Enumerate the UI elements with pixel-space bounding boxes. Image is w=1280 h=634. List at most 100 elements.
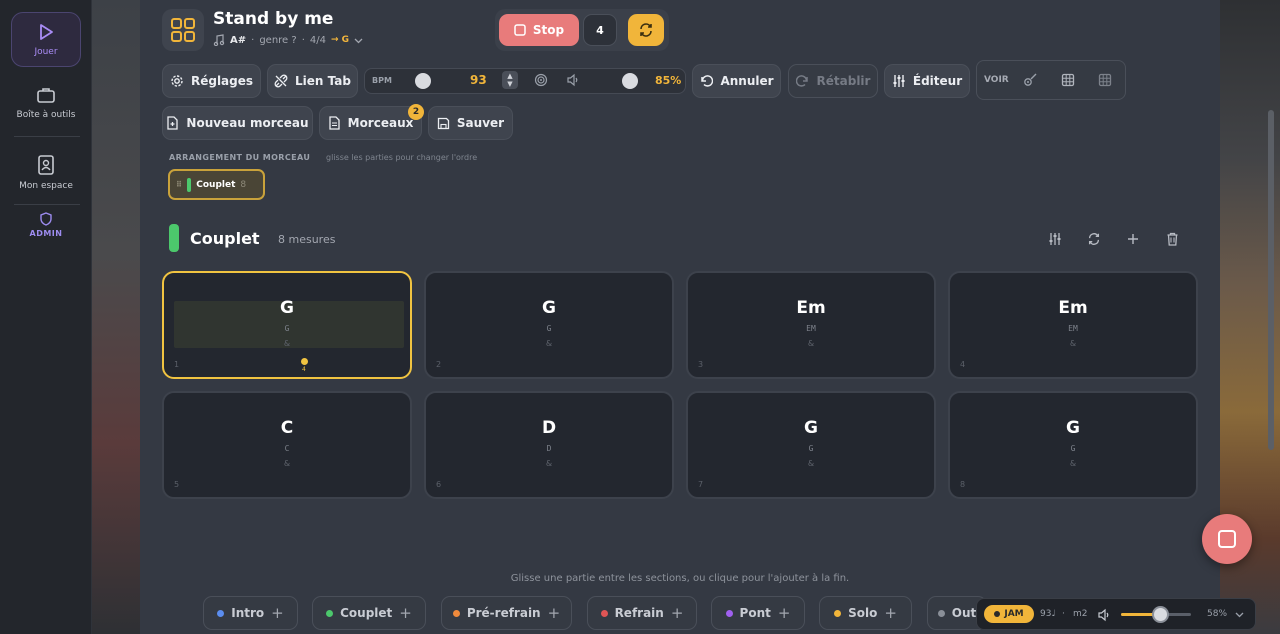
caret-up-icon[interactable]: ▲	[507, 72, 512, 80]
sidebar-item-mon-espace[interactable]: Mon espace	[11, 150, 81, 196]
metronome-target-icon[interactable]	[534, 73, 548, 87]
volume-icon[interactable]	[566, 73, 580, 87]
toolbox-icon	[37, 88, 55, 103]
measure-cell[interactable]: Em EM & 3	[686, 271, 936, 379]
trash-icon	[1167, 232, 1177, 246]
jam-volume-knob[interactable]	[1152, 606, 1169, 623]
measure-cell[interactable]: G G & 7	[686, 391, 936, 499]
part-label: Solo	[848, 606, 878, 620]
bpm-stepper[interactable]: ▲ ▼	[502, 71, 518, 89]
measure-cell[interactable]: C C & 5	[162, 391, 412, 499]
count-in-button[interactable]: 4	[583, 14, 617, 46]
measure-beat: &	[545, 459, 553, 468]
plus-icon: +	[670, 604, 684, 622]
plus-icon: +	[777, 604, 791, 622]
part-pill[interactable]: Solo +	[819, 596, 912, 630]
songs-button[interactable]: Morceaux	[319, 106, 422, 140]
save-button[interactable]: Sauver	[428, 106, 513, 140]
part-color-dot	[217, 609, 225, 617]
grid-icon	[171, 18, 195, 42]
section-delete-button[interactable]	[1163, 230, 1181, 248]
measure-number: 5	[174, 480, 180, 489]
part-label: Pont	[739, 606, 771, 620]
measure-cell[interactable]: D D & 6	[424, 391, 674, 499]
drag-handle-icon[interactable]: ⠿	[176, 180, 182, 189]
stop-label: Stop	[532, 23, 565, 37]
sidebar-divider	[14, 204, 80, 205]
measure-beat: &	[283, 339, 291, 348]
measure-cell[interactable]: G G & 8	[948, 391, 1198, 499]
measure-chord-sub: G	[1070, 444, 1076, 453]
measure-cell[interactable]: Em EM & 4	[948, 271, 1198, 379]
song-meta[interactable]: A# · genre ? · 4/4 → G	[213, 34, 363, 46]
sidebar-item-jouer[interactable]: Jouer	[11, 12, 81, 67]
sidebar-item-admin[interactable]: ADMIN	[11, 208, 81, 242]
caret-down-icon[interactable]: ▼	[507, 80, 512, 88]
plus-icon: +	[884, 604, 897, 622]
jam-status-dot	[994, 611, 1001, 617]
scrollbar[interactable]	[1268, 110, 1274, 450]
measure-chord: G	[542, 298, 556, 318]
undo-button[interactable]: Annuler	[692, 64, 781, 98]
measure-cell[interactable]: G G & 1 4	[162, 271, 412, 379]
part-pill[interactable]: Couplet +	[312, 596, 426, 630]
part-label: Refrain	[614, 606, 664, 620]
jam-label: JAM	[1004, 609, 1024, 619]
loop-icon	[1088, 233, 1100, 245]
arrangement-chip-label: Couplet	[196, 179, 236, 190]
footer-hint: Glisse une partie entre les sections, ou…	[510, 573, 850, 584]
section-add-button[interactable]	[1124, 230, 1142, 248]
bpm-value[interactable]: 93	[470, 73, 487, 87]
part-pill[interactable]: Pré-refrain +	[441, 596, 572, 630]
jam-badge[interactable]: JAM	[984, 605, 1034, 623]
part-pill[interactable]: Intro +	[203, 596, 298, 630]
tab-link-button[interactable]: Lien Tab	[267, 64, 358, 98]
editor-button[interactable]: Éditeur	[884, 64, 970, 98]
floppy-disk-icon	[437, 117, 450, 129]
loop-button[interactable]	[628, 14, 664, 46]
section-sliders-button[interactable]	[1046, 230, 1064, 248]
section-loop-button[interactable]	[1085, 230, 1103, 248]
shield-icon	[40, 212, 52, 226]
count-value: 4	[596, 23, 604, 37]
separator-dot: ·	[251, 34, 255, 46]
measure-cell[interactable]: G G & 2	[424, 271, 674, 379]
jam-volume-value: 58%	[1207, 609, 1228, 619]
sidebar-item-boite-a-outils[interactable]: Boîte à outils	[11, 80, 81, 126]
song-title[interactable]: Stand by me	[213, 9, 333, 29]
part-color-dot	[600, 609, 608, 617]
settings-button[interactable]: Réglages	[162, 64, 261, 98]
part-pill[interactable]: Pont +	[711, 596, 805, 630]
new-song-button[interactable]: Nouveau morceau	[162, 106, 313, 140]
table-view-icon[interactable]	[1098, 73, 1112, 87]
floating-stop-button[interactable]	[1202, 514, 1252, 564]
sliders-icon	[893, 75, 905, 87]
part-color-dot	[725, 609, 733, 617]
part-color-dot	[834, 609, 842, 617]
chevron-down-icon[interactable]	[1235, 610, 1244, 619]
section-title[interactable]: Couplet	[190, 229, 260, 248]
volume-icon[interactable]	[1097, 608, 1111, 622]
bpm-slider-knob[interactable]	[415, 73, 431, 89]
save-label: Sauver	[456, 116, 505, 130]
jam-tempo: 93♩	[1040, 609, 1056, 619]
arrangement-chip-couplet[interactable]: ⠿ Couplet 8	[168, 169, 265, 200]
tab-link-label: Lien Tab	[295, 74, 351, 88]
part-color-dot	[937, 609, 945, 617]
measure-number: 7	[698, 480, 704, 489]
song-grid-button[interactable]	[162, 9, 204, 51]
sidebar-item-label: Mon espace	[19, 181, 73, 191]
part-pill[interactable]: Refrain +	[587, 596, 697, 630]
stop-button[interactable]: Stop	[499, 14, 579, 46]
measure-number: 2	[436, 360, 442, 369]
redo-button[interactable]: Rétablir	[788, 64, 878, 98]
guitar-icon[interactable]	[1023, 73, 1037, 87]
sidebar-item-label: ADMIN	[29, 229, 63, 238]
measure-chord: D	[541, 418, 557, 438]
volume-slider-knob[interactable]	[622, 73, 638, 89]
measure-chord: C	[280, 418, 294, 438]
stop-square-icon	[1218, 530, 1236, 548]
sidebar-item-label: Boîte à outils	[16, 110, 76, 120]
grid-view-icon[interactable]	[1061, 73, 1075, 87]
arrangement-title: ARRANGEMENT DU MORCEAU	[169, 153, 311, 162]
